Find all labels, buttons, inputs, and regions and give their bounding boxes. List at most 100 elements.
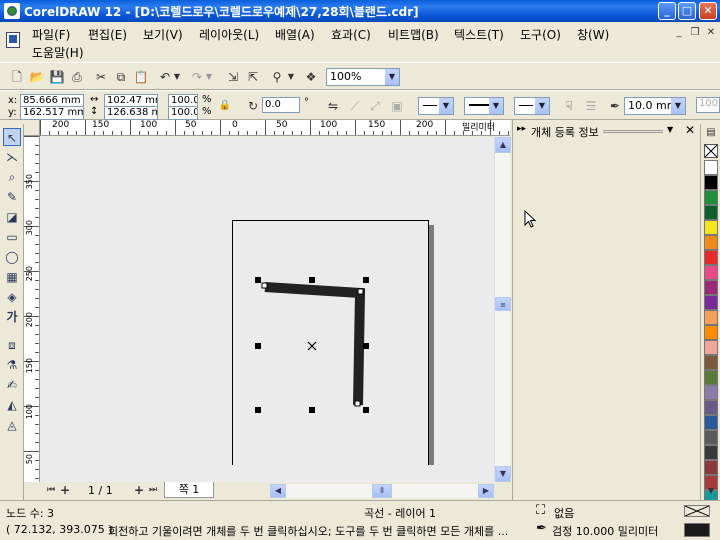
paste-icon[interactable]: 📋 bbox=[132, 68, 150, 86]
menu-tools[interactable]: 도구(O) bbox=[520, 26, 561, 43]
ellipse-tool-icon[interactable]: ◯ bbox=[3, 248, 21, 266]
menu-bitmaps[interactable]: 비트맵(B) bbox=[388, 26, 439, 43]
vertical-scrollbar[interactable]: ▲ ≡ ▼ bbox=[494, 137, 511, 482]
corel-online-icon[interactable]: ❖ bbox=[302, 68, 320, 86]
redo-dropdown-icon[interactable]: ▼ bbox=[204, 68, 214, 86]
color-swatch[interactable] bbox=[704, 415, 718, 430]
maximize-button[interactable]: □ bbox=[678, 2, 696, 20]
vertical-ruler[interactable]: 350 300 250 200 150 100 50 bbox=[24, 136, 40, 482]
interactive-fill-tool-icon[interactable]: ◬ bbox=[3, 416, 21, 434]
coreldraw-app-icon[interactable] bbox=[4, 3, 20, 19]
smart-fill-tool-icon[interactable]: ◪ bbox=[3, 208, 21, 226]
menu-window[interactable]: 창(W) bbox=[577, 26, 609, 43]
scroll-up-icon[interactable]: ▲ bbox=[495, 137, 511, 153]
rotate-icon[interactable]: ↻ bbox=[244, 97, 262, 115]
rectangle-tool-icon[interactable]: ▭ bbox=[3, 228, 21, 246]
scroll-down-icon[interactable]: ▼ bbox=[495, 466, 511, 482]
save-icon[interactable]: 💾 bbox=[48, 68, 66, 86]
color-swatch[interactable] bbox=[704, 310, 718, 325]
chevron-down-icon[interactable]: ▼ bbox=[535, 98, 549, 114]
chevron-down-icon[interactable]: ▼ bbox=[439, 98, 453, 114]
color-swatch[interactable] bbox=[704, 295, 718, 310]
launcher-dropdown-icon[interactable]: ▼ bbox=[286, 68, 296, 86]
color-swatch[interactable] bbox=[704, 370, 718, 385]
pen-icon[interactable]: ✒ bbox=[606, 97, 624, 115]
color-swatch[interactable] bbox=[704, 430, 718, 445]
color-swatch[interactable] bbox=[704, 385, 718, 400]
text-tool-icon[interactable]: 가 bbox=[3, 308, 21, 326]
add-page-before-icon[interactable]: + bbox=[56, 481, 74, 499]
ruler-corner[interactable] bbox=[24, 120, 40, 136]
scroll-left-icon[interactable]: ◀ bbox=[270, 484, 286, 498]
outline-width-combo[interactable]: 10.0 mm ▼ bbox=[624, 97, 686, 115]
color-swatch[interactable] bbox=[704, 445, 718, 460]
color-swatch[interactable] bbox=[704, 355, 718, 370]
color-swatch[interactable] bbox=[704, 400, 718, 415]
menu-arrange[interactable]: 배열(A) bbox=[275, 26, 315, 43]
horizontal-scrollbar[interactable]: ◀ ⦀ ▶ bbox=[270, 484, 494, 498]
scroll-thumb[interactable]: ≡ bbox=[495, 297, 511, 311]
extra-field[interactable]: 100 bbox=[696, 97, 720, 113]
end-arrow-combo[interactable]: ▼ bbox=[514, 97, 550, 115]
height-field[interactable]: 126.638 mr bbox=[104, 106, 158, 120]
color-swatch[interactable] bbox=[704, 340, 718, 355]
wrap-icon[interactable]: ▣ bbox=[388, 97, 406, 115]
color-swatch[interactable] bbox=[704, 265, 718, 280]
palette-options-icon[interactable]: ▤ bbox=[702, 124, 720, 142]
pick-tool-icon[interactable]: ↖ bbox=[3, 128, 21, 146]
color-swatch[interactable] bbox=[704, 460, 718, 475]
chevron-down-icon[interactable]: ▼ bbox=[671, 98, 685, 114]
color-swatch[interactable] bbox=[704, 250, 718, 265]
new-icon[interactable]: 🗋 bbox=[8, 68, 26, 86]
color-swatch[interactable] bbox=[704, 205, 718, 220]
color-swatch[interactable] bbox=[704, 280, 718, 295]
polygon-tool-icon[interactable]: ▦ bbox=[3, 268, 21, 286]
h-scroll-thumb[interactable]: ⦀ bbox=[372, 484, 392, 498]
doc-close-button[interactable]: ✕ bbox=[704, 28, 718, 40]
chevron-down-icon[interactable]: ▼ bbox=[489, 98, 503, 114]
menu-view[interactable]: 보기(V) bbox=[143, 26, 183, 43]
mirror-icon[interactable]: ⇋ bbox=[324, 97, 342, 115]
scale-y-field[interactable]: 100.0 bbox=[168, 106, 198, 120]
interactive-blend-tool-icon[interactable]: ⧈ bbox=[3, 336, 21, 354]
menu-help[interactable]: 도움말(H) bbox=[32, 44, 84, 61]
fill-tool-icon[interactable]: ◭ bbox=[3, 396, 21, 414]
menu-text[interactable]: 텍스트(T) bbox=[454, 26, 504, 43]
zoom-tool-icon[interactable]: ⌕ bbox=[3, 168, 21, 186]
docker-menu-icon[interactable]: ▼ bbox=[667, 125, 673, 134]
menu-effects[interactable]: 효과(C) bbox=[331, 26, 371, 43]
color-swatch[interactable] bbox=[704, 190, 718, 205]
page-tab[interactable]: 쪽 1 bbox=[164, 482, 214, 498]
doc-minimize-button[interactable]: _ bbox=[672, 28, 686, 40]
menu-edit[interactable]: 편집(E) bbox=[88, 26, 127, 43]
copy-icon[interactable]: ⧉ bbox=[112, 68, 130, 86]
cut-icon[interactable]: ✂ bbox=[92, 68, 110, 86]
docker-close-icon[interactable]: ✕ bbox=[685, 123, 695, 137]
export-icon[interactable]: ⇱ bbox=[244, 68, 262, 86]
menu-layout[interactable]: 레이아웃(L) bbox=[199, 26, 259, 43]
print-icon[interactable]: ⎙ bbox=[68, 68, 86, 86]
open-icon[interactable]: 📂 bbox=[28, 68, 46, 86]
lock-ratio-icon[interactable]: 🔒 bbox=[216, 97, 234, 115]
scroll-right-icon[interactable]: ▶ bbox=[478, 484, 494, 498]
start-arrow-combo[interactable]: ▼ bbox=[418, 97, 454, 115]
color-swatch[interactable] bbox=[704, 235, 718, 250]
doc-restore-button[interactable]: ❐ bbox=[688, 28, 702, 40]
eyedropper-tool-icon[interactable]: ⚗ bbox=[3, 356, 21, 374]
drawing-canvas[interactable] bbox=[40, 137, 494, 482]
wrap-text-icon[interactable]: ☰ bbox=[582, 97, 600, 115]
document-icon[interactable] bbox=[6, 32, 20, 48]
color-swatch[interactable] bbox=[704, 175, 718, 190]
shape-tool-icon[interactable]: ⋋ bbox=[3, 148, 21, 166]
application-launcher-icon[interactable]: ⚲ bbox=[268, 68, 286, 86]
close-button[interactable]: ✕ bbox=[699, 2, 717, 20]
color-swatch[interactable] bbox=[704, 325, 718, 340]
menu-file[interactable]: 파일(F) bbox=[32, 26, 70, 43]
no-color-swatch[interactable] bbox=[704, 144, 718, 158]
docker-grip[interactable] bbox=[603, 130, 663, 133]
basic-shapes-tool-icon[interactable]: ◈ bbox=[3, 288, 21, 306]
zoom-combo[interactable]: 100% ▼ bbox=[326, 68, 400, 86]
node-icon[interactable]: ⤢ bbox=[366, 97, 384, 115]
rotation-field[interactable]: 0.0 bbox=[262, 97, 300, 113]
color-swatch[interactable] bbox=[704, 160, 718, 175]
